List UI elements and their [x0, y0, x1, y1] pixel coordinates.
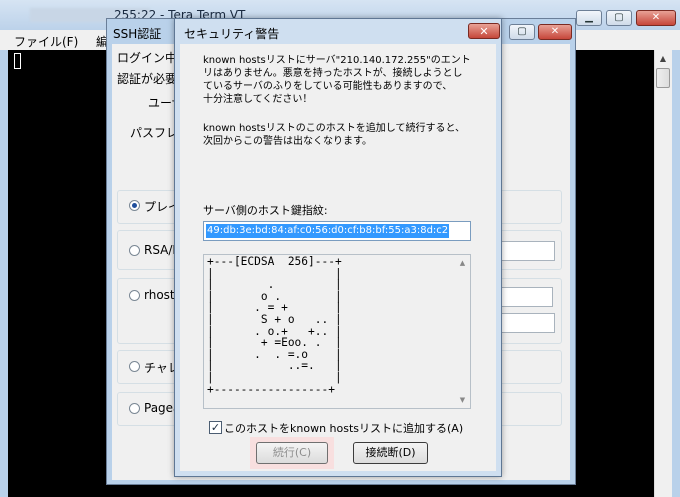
disconnect-button[interactable]: 接続断(D) — [353, 442, 428, 464]
ssh-close-icon[interactable]: ✕ — [538, 24, 572, 40]
warning-text-line: known hostsリストにサーバ"210.140.172.255"のエント — [203, 55, 471, 66]
add-info-text-line: 次回からこの警告は出なくなります。 — [203, 136, 372, 147]
host-key-field[interactable] — [500, 313, 555, 333]
scroll-up-icon[interactable]: ▲ — [455, 259, 470, 267]
warning-text-line: 十分注意してください！ — [203, 94, 313, 105]
radio-rhosts[interactable] — [129, 290, 140, 301]
add-host-checkbox[interactable]: ✓ — [209, 421, 222, 434]
warning-text-line: リはありません。悪意を持ったホストが、接続しようとし — [203, 68, 463, 79]
local-user-field[interactable] — [500, 287, 553, 307]
menu-file[interactable]: ファイル(F) — [14, 33, 78, 50]
key-file-field[interactable] — [500, 241, 555, 261]
randomart-text: +---[ECDSA 256]---+ | | | . | | o . | | … — [207, 255, 342, 396]
login-label: ログイン中: — [117, 51, 182, 65]
continue-button[interactable]: 続行(C) — [256, 442, 328, 464]
scroll-thumb[interactable] — [656, 68, 670, 88]
close-icon[interactable]: ✕ — [636, 10, 676, 26]
radio-pageant[interactable] — [129, 403, 140, 414]
fingerprint-value[interactable]: 49:db:3e:bd:84:af:c0:56:d0:cf:b8:bf:55:a… — [206, 224, 450, 238]
auth-required-label: 認証が必要 — [117, 72, 178, 86]
ssh-maximize-icon[interactable]: ▢ — [509, 24, 535, 40]
radio-plain[interactable] — [129, 200, 140, 211]
maximize-icon[interactable]: ▢ — [606, 10, 632, 26]
passphrase-label: パスフレ — [130, 126, 179, 140]
add-host-checkbox-label[interactable]: このホストをknown hostsリストに追加する(A) — [224, 420, 463, 436]
minimize-icon[interactable]: ▁ — [576, 10, 602, 26]
radio-rsa[interactable] — [129, 245, 140, 256]
fingerprint-label: サーバ側のホスト鍵指紋: — [203, 204, 328, 217]
warning-text-line: ているサーバのふりをしている可能性もありますので、 — [203, 81, 453, 92]
scroll-up-icon[interactable]: ▲ — [655, 51, 671, 67]
terminal-scrollbar[interactable] — [654, 50, 672, 497]
terminal-cursor — [14, 53, 21, 69]
ssh-window-title: SSH認証 — [113, 27, 162, 41]
add-info-text-line: known hostsリストのこのホストを追加して続行すると、 — [203, 123, 466, 134]
randomart-scrollbar[interactable] — [455, 256, 470, 407]
dialog-title: セキュリティ警告 — [184, 27, 280, 41]
dialog-close-icon[interactable]: ✕ — [468, 23, 500, 39]
scroll-down-icon[interactable]: ▼ — [455, 396, 470, 404]
radio-challenge[interactable] — [129, 361, 140, 372]
